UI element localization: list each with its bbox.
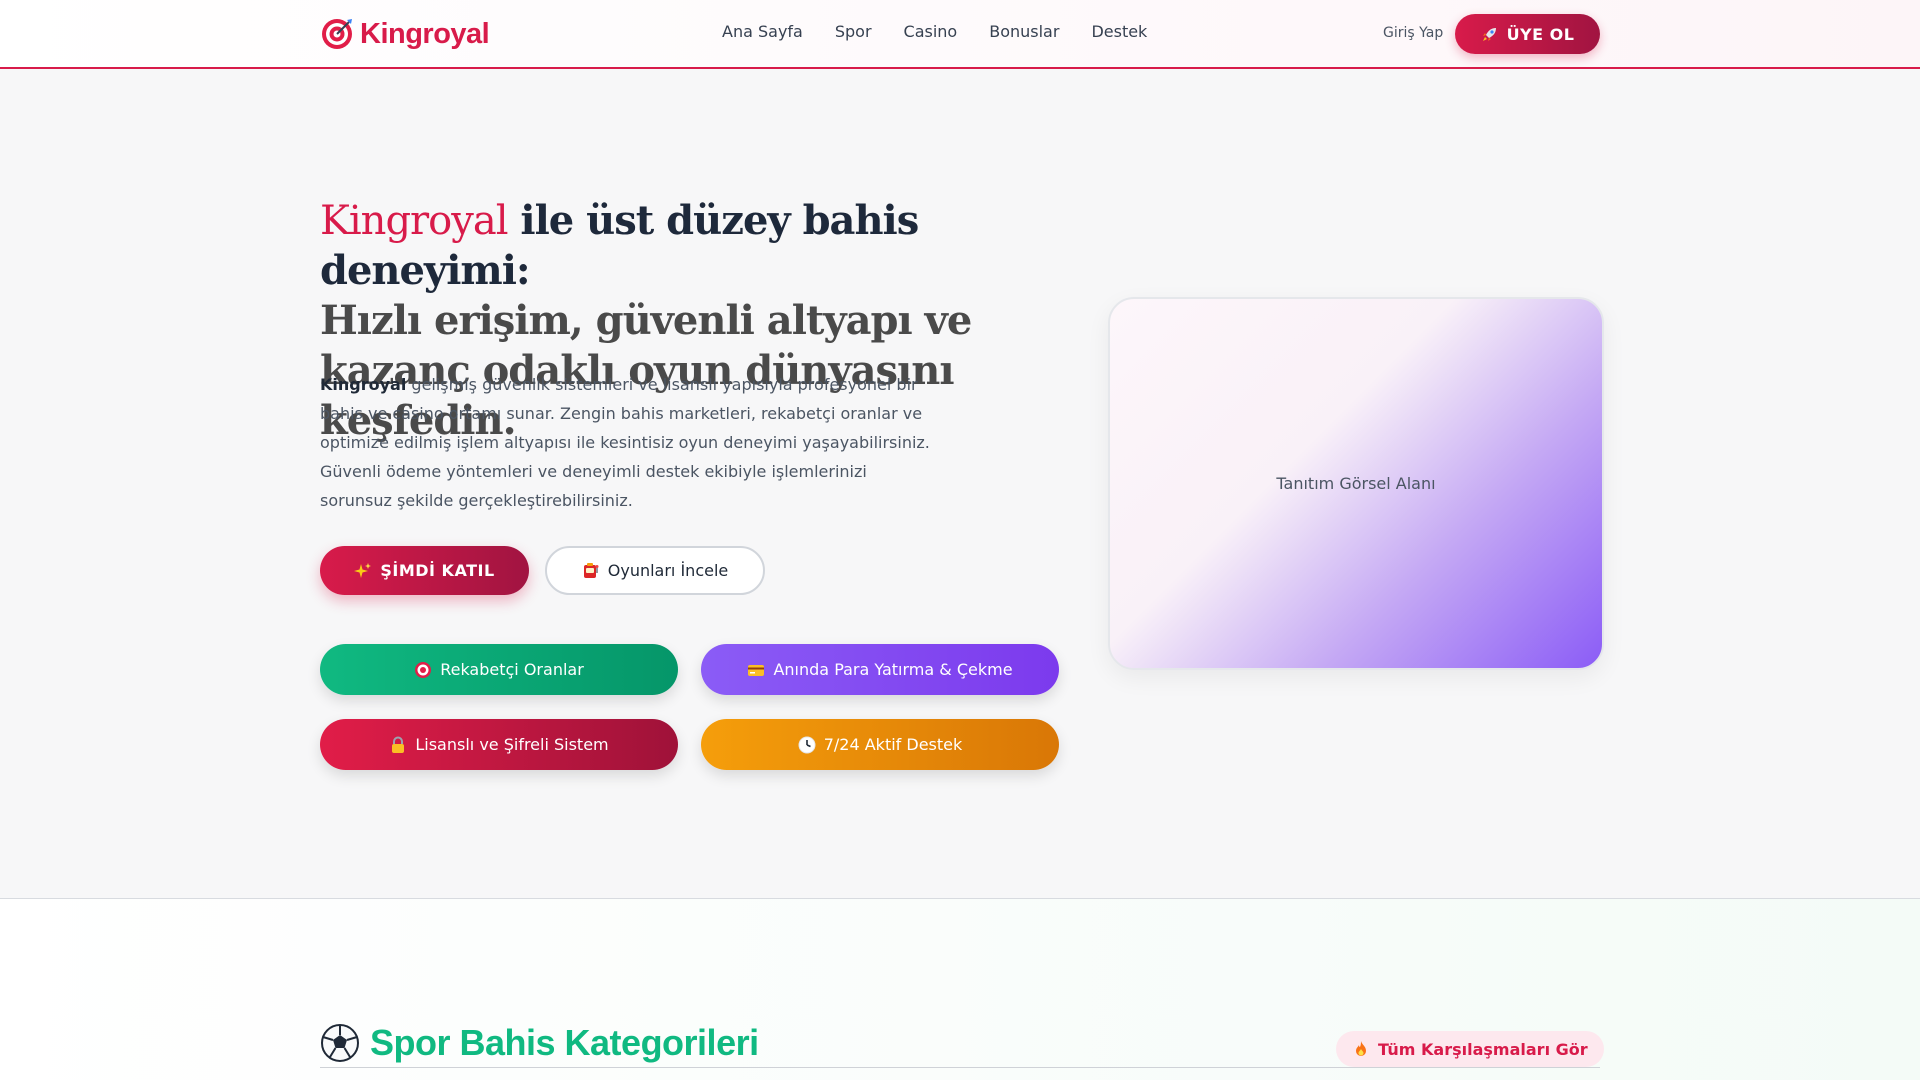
feature-licensed-system: Lisanslı ve Şifreli Sistem <box>320 719 678 770</box>
feature-label: Anında Para Yatırma & Çekme <box>773 660 1013 679</box>
soccer-ball-icon <box>321 1024 359 1062</box>
promo-label: Tanıtım Görsel Alanı <box>1276 474 1436 493</box>
nav-casino[interactable]: Casino <box>904 22 958 41</box>
all-matches-label: Tüm Karşılaşmaları Gör <box>1378 1039 1588 1059</box>
target-icon <box>322 19 352 49</box>
rocket-icon <box>1482 28 1496 41</box>
sparkles-icon <box>354 562 372 578</box>
feature-competitive-odds: Rekabetçi Oranlar <box>320 644 678 695</box>
nav-support[interactable]: Destek <box>1091 22 1147 41</box>
site-header: Kingroyal Ana Sayfa Spor Casino Bonuslar… <box>0 0 1920 69</box>
logo[interactable]: Kingroyal <box>320 14 490 54</box>
all-matches-link[interactable]: Tüm Karşılaşmaları Gör <box>1336 1031 1604 1067</box>
lock-icon <box>392 736 405 753</box>
join-now-button[interactable]: ŞİMDİ KATIL <box>320 546 529 595</box>
login-link[interactable]: Giriş Yap <box>1383 25 1443 41</box>
signup-button[interactable]: ÜYE OL <box>1455 14 1600 54</box>
sports-section-title: Spor Bahis Kategorileri <box>320 1022 759 1064</box>
feature-label: 7/24 Aktif Destek <box>823 735 963 754</box>
explore-games-label: Oyunları İncele <box>607 561 729 580</box>
feature-support: 7/24 Aktif Destek <box>701 719 1059 770</box>
nav-sports[interactable]: Spor <box>835 22 872 41</box>
feature-label: Rekabetçi Oranlar <box>440 660 584 679</box>
feature-label: Lisanslı ve Şifreli Sistem <box>415 735 609 754</box>
hero-desc-brand: Kingroyal <box>320 375 407 394</box>
signup-label: ÜYE OL <box>1506 24 1575 44</box>
credit-card-icon <box>748 664 765 676</box>
hero-title-brand: Kingroyal <box>320 198 508 244</box>
promo-image-area: Tanıtım Görsel Alanı <box>1108 297 1604 670</box>
main-nav: Ana Sayfa Spor Casino Bonuslar Destek <box>722 22 1179 41</box>
nav-bonuses[interactable]: Bonuslar <box>989 22 1059 41</box>
target-icon <box>415 661 432 678</box>
hero-desc-text: gelişmiş güvenlik sistemleri ve lisanslı… <box>320 375 930 510</box>
hero-description: Kingroyal gelişmiş güvenlik sistemleri v… <box>320 370 940 515</box>
section-divider <box>320 1067 1600 1068</box>
brand-name: Kingroyal <box>360 17 490 50</box>
slot-machine-icon <box>583 562 599 578</box>
join-now-label: ŞİMDİ KATIL <box>380 561 495 580</box>
fire-icon <box>1356 1041 1366 1056</box>
feature-instant-payments: Anında Para Yatırma & Çekme <box>701 644 1059 695</box>
nav-home[interactable]: Ana Sayfa <box>722 22 803 41</box>
sports-section <box>0 898 1920 1080</box>
clock-icon <box>798 736 816 753</box>
sports-title-text: Spor Bahis Kategorileri <box>370 1022 759 1063</box>
explore-games-button[interactable]: Oyunları İncele <box>545 546 765 595</box>
